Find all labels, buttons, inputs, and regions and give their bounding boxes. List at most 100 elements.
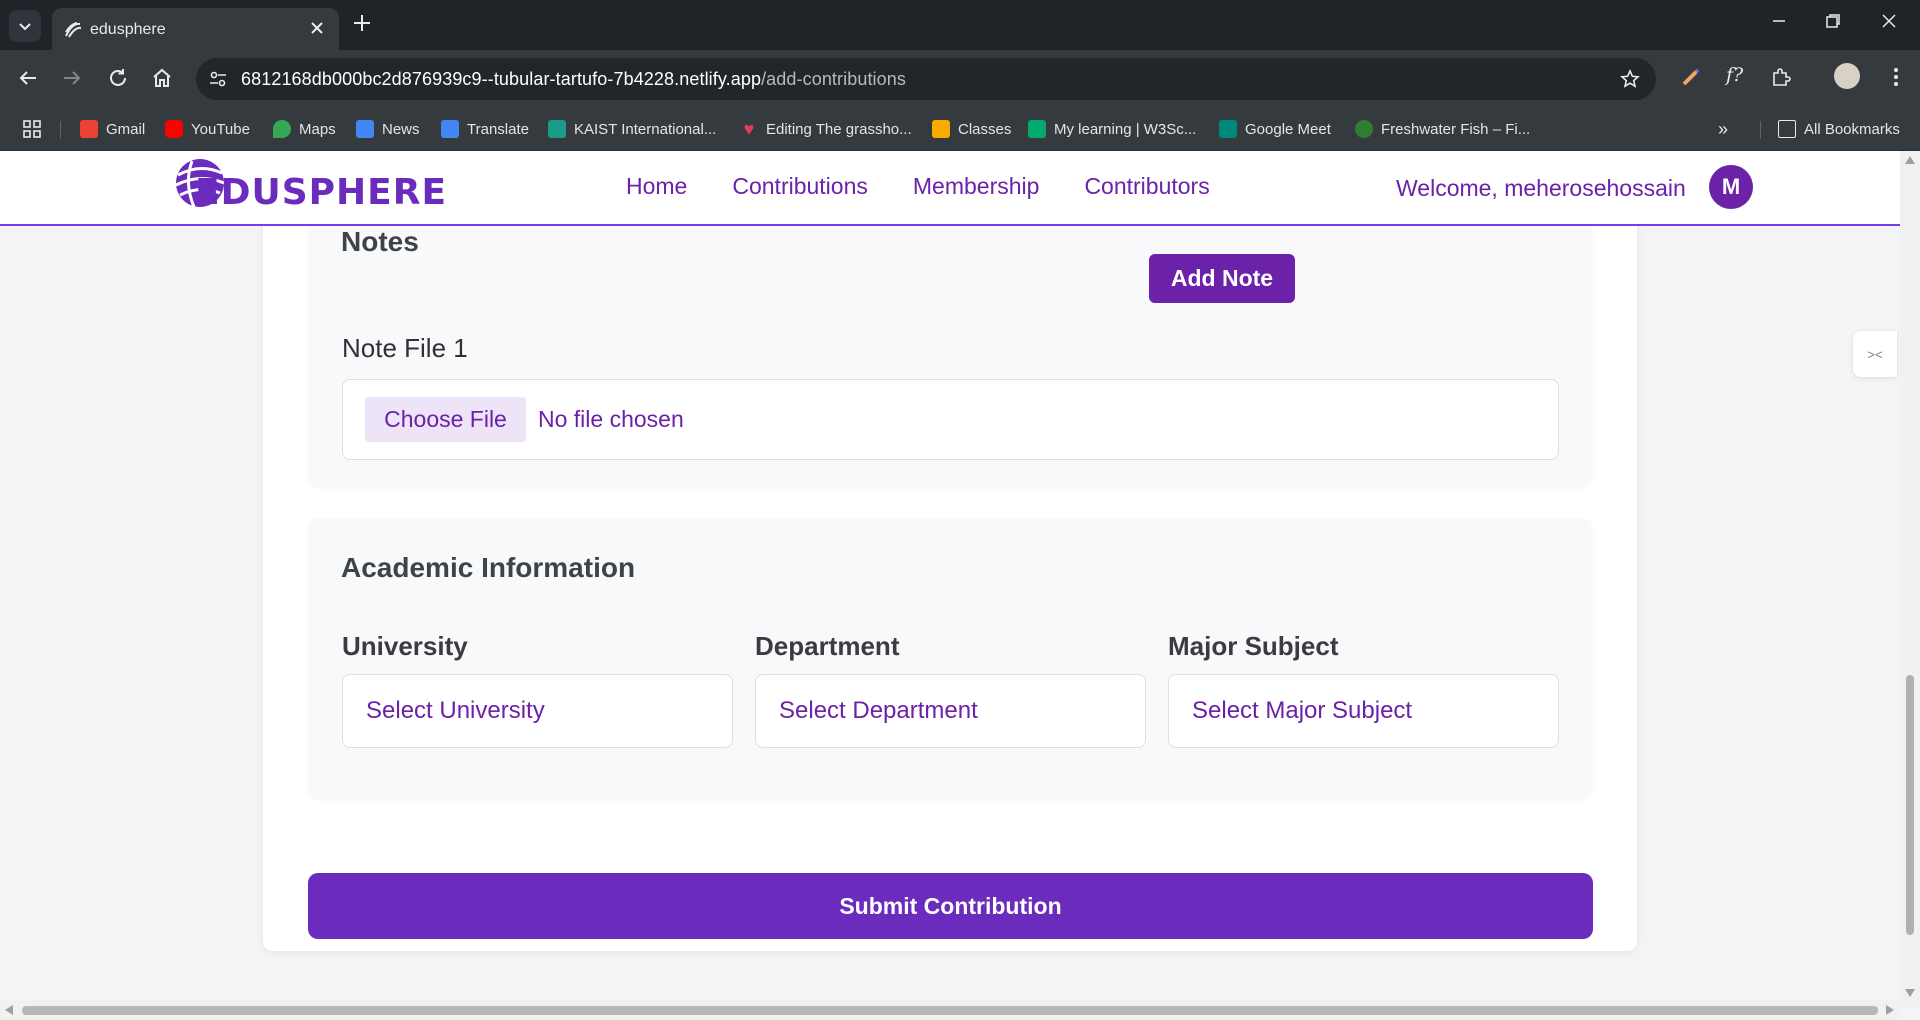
bookmark-label: News [382,120,420,138]
nav-contributions[interactable]: Contributions [732,173,868,200]
bookmark-label: My learning | W3Sc... [1054,120,1197,138]
scroll-right-icon[interactable] [1886,1005,1894,1015]
contribution-form-card: Notes Academic Information [263,151,1637,951]
scroll-left-icon[interactable] [5,1005,13,1015]
edusphere-favicon-icon [65,22,82,38]
fish-icon [1355,120,1373,138]
add-note-button[interactable]: Add Note [1149,254,1295,303]
heart-icon: ♥ [743,119,755,139]
bookmark-kaist[interactable]: KAIST International... [548,118,716,140]
bookmark-label: Editing The grassho... [766,120,912,138]
note-file-label: Note File 1 [342,333,468,363]
department-select[interactable]: Select Department [755,674,1146,748]
bookmark-meet[interactable]: Google Meet [1219,118,1331,140]
submit-contribution-button[interactable]: Submit Contribution [308,873,1593,939]
minimize-icon[interactable] [1770,12,1788,30]
side-panel-toggle[interactable]: >< [1853,331,1897,377]
gmail-icon [80,120,98,138]
note-file-input[interactable]: Choose File No file chosen [342,379,1559,460]
apps-grid-icon[interactable] [22,119,42,139]
back-arrow-icon[interactable] [16,66,40,90]
nav-home[interactable]: Home [626,173,687,200]
tab-title: edusphere [90,21,166,38]
bookmark-news[interactable]: News [356,118,420,140]
browser-tab[interactable]: edusphere [52,8,339,50]
w3schools-icon [1028,120,1046,138]
bookmark-label: Google Meet [1245,120,1331,138]
chevron-down-icon [19,23,31,31]
bookmark-label: Freshwater Fish – Fi... [1381,120,1531,138]
major-subject-select[interactable]: Select Major Subject [1168,674,1559,748]
bookmark-label: YouTube [191,120,250,138]
logo-text: EDUSPHERE [195,172,448,213]
scroll-up-icon[interactable] [1905,156,1915,164]
scroll-down-icon[interactable] [1905,989,1915,997]
bookmark-label: Translate [467,120,529,138]
university-label: University [342,631,468,661]
pen-extension-icon[interactable] [1680,66,1702,88]
translate-icon [441,120,459,138]
bookmark-label: Classes [958,120,1012,138]
formula-extension-icon[interactable]: f? [1726,64,1743,86]
bookmark-youtube[interactable]: YouTube [165,118,250,140]
classroom-icon [932,120,950,138]
reload-icon[interactable] [106,66,130,90]
nav-membership[interactable]: Membership [913,173,1040,200]
bookmarks-separator [60,121,61,139]
meet-icon [1219,120,1237,138]
url-text: 6812168db000bc2d876939c9--tubular-tartuf… [241,69,906,90]
browser-toolbar: 6812168db000bc2d876939c9--tubular-tartuf… [0,50,1920,107]
browser-tab-bar: edusphere [0,0,1920,50]
address-bar[interactable]: 6812168db000bc2d876939c9--tubular-tartuf… [196,58,1656,100]
academic-title: Academic Information [341,552,636,583]
extensions-puzzle-icon[interactable] [1770,66,1792,88]
kaist-icon [548,120,566,138]
youtube-icon [165,120,183,138]
welcome-text: Welcome, meherosehossain [1396,175,1686,201]
department-label: Department [755,631,900,661]
home-icon[interactable] [150,66,174,90]
user-avatar[interactable]: M [1709,165,1753,209]
choose-file-button[interactable]: Choose File [365,397,526,442]
bookmarks-bar: Gmail YouTube Maps News Translate KAIST … [0,107,1920,151]
more-menu-icon[interactable] [1886,66,1906,88]
window-close-icon[interactable] [1880,12,1898,30]
restore-icon[interactable] [1824,12,1842,30]
bookmark-classes[interactable]: Classes [932,118,1011,140]
maps-icon [273,120,291,138]
all-bookmarks-label: All Bookmarks [1804,120,1900,138]
more-bookmarks-chevron-icon[interactable]: » [1718,118,1728,140]
url-path: /add-contributions [761,69,906,89]
bookmark-star-icon[interactable] [1620,69,1640,89]
bookmark-label: Gmail [106,120,146,138]
new-tab-icon[interactable] [352,13,372,33]
vertical-scrollbar[interactable] [1900,151,1920,1008]
bookmark-gmail[interactable]: Gmail [80,118,145,140]
bookmarks-separator [1760,121,1761,139]
bookmark-fish[interactable]: Freshwater Fish – Fi... [1355,118,1530,140]
site-info-icon[interactable] [208,69,228,89]
university-select[interactable]: Select University [342,674,733,748]
main-nav: Home Contributions Membership Contributo… [626,173,1210,200]
bookmark-label: KAIST International... [574,120,717,138]
browser-profile-avatar[interactable] [1834,63,1860,89]
bookmark-w3schools[interactable]: My learning | W3Sc... [1028,118,1196,140]
forward-arrow-icon[interactable] [60,66,84,90]
no-file-text: No file chosen [538,406,684,432]
bookmark-translate[interactable]: Translate [441,118,529,140]
url-host: 6812168db000bc2d876939c9--tubular-tartuf… [241,69,762,89]
bookmark-label: Maps [299,120,336,138]
nav-contributors[interactable]: Contributors [1084,173,1209,200]
close-icon[interactable] [309,20,325,36]
site-navbar: EDUSPHERE Home Contributions Membership … [0,151,1900,226]
tab-search-button[interactable] [9,10,41,42]
bookmark-editing[interactable]: ♥ Editing The grassho... [740,118,912,140]
all-bookmarks-folder[interactable]: All Bookmarks [1778,118,1900,140]
horizontal-scroll-thumb[interactable] [22,1006,1878,1015]
academic-panel: Academic Information [308,518,1592,799]
vertical-scroll-thumb[interactable] [1906,675,1914,935]
major-subject-label: Major Subject [1168,631,1339,661]
news-icon [356,120,374,138]
bookmark-maps[interactable]: Maps [273,118,336,140]
horizontal-scrollbar[interactable] [0,1000,1900,1020]
